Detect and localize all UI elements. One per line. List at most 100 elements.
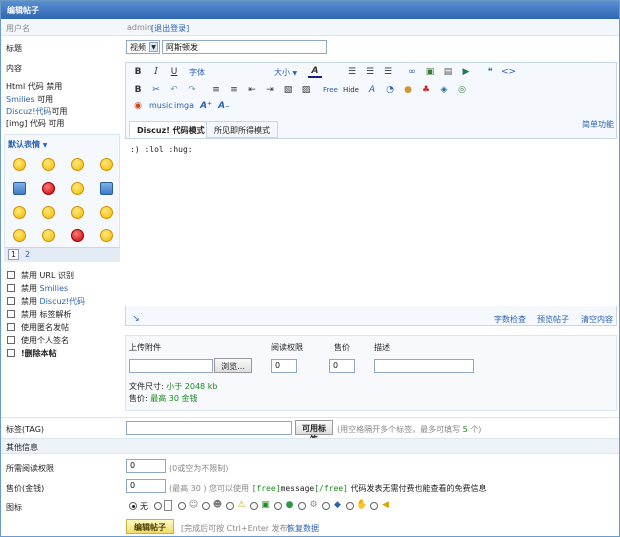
attach-price-input[interactable]: 0 xyxy=(329,359,355,373)
clear-content-link[interactable]: 清空内容 xyxy=(581,314,613,325)
option-checkbox[interactable] xyxy=(7,310,15,318)
hug-icon[interactable] xyxy=(71,158,84,171)
icon-radio[interactable] xyxy=(154,502,162,510)
discuz-link[interactable]: Discuz!代码 xyxy=(6,107,51,116)
align-left-icon[interactable]: ☰ xyxy=(345,65,359,79)
kiss-icon[interactable] xyxy=(42,182,55,195)
icon-radio-none[interactable] xyxy=(129,502,137,510)
option-checkbox[interactable] xyxy=(7,323,15,331)
shy-icon[interactable] xyxy=(13,229,26,242)
victory-icon[interactable] xyxy=(100,158,113,171)
remove-format-icon[interactable]: B xyxy=(131,83,145,97)
preview-link[interactable]: 预览帖子 xyxy=(537,314,569,325)
google-icon[interactable]: ◉ xyxy=(131,99,145,113)
price-input[interactable]: 0 xyxy=(126,479,166,493)
submit-edit-button[interactable]: 编辑帖子 xyxy=(126,519,174,534)
font-family-menu[interactable]: 字体 xyxy=(189,67,205,78)
available-tags-button[interactable]: 可用标签 xyxy=(295,420,333,444)
icon-radio[interactable] xyxy=(370,502,378,510)
font-larger-icon[interactable]: A⁺ xyxy=(199,99,213,113)
mad-icon[interactable] xyxy=(71,229,84,242)
read-perm-input[interactable]: 0 xyxy=(126,459,166,473)
hide-tag-icon[interactable]: Hide xyxy=(343,83,359,97)
italic-icon[interactable]: I xyxy=(149,65,163,79)
option-checkbox[interactable] xyxy=(7,271,15,279)
option-checkbox[interactable] xyxy=(7,297,15,305)
rt-icon[interactable]: ◈ xyxy=(437,83,451,97)
icon-radio[interactable] xyxy=(274,502,282,510)
float-left-icon[interactable]: ▧ xyxy=(281,83,295,97)
browse-button[interactable]: 浏览... xyxy=(214,358,252,373)
font-size-menu[interactable]: 大小 ▼ xyxy=(274,67,297,78)
imga-button[interactable]: imga xyxy=(174,101,194,110)
underline-icon[interactable]: U xyxy=(167,65,181,79)
smile-icon[interactable] xyxy=(13,158,26,171)
cut-icon[interactable]: ✂ xyxy=(149,83,163,97)
word-count-link[interactable]: 字数检查 xyxy=(494,314,526,325)
call-icon[interactable] xyxy=(100,182,113,195)
image-icon[interactable]: ▣ xyxy=(423,65,437,79)
editor-textarea[interactable]: :) :lol :hug: xyxy=(125,138,617,306)
smilies-page-1[interactable]: 1 xyxy=(8,249,19,260)
free-tag-icon[interactable]: Free xyxy=(323,83,338,97)
outdent-icon[interactable]: ⇤ xyxy=(245,83,259,97)
code-icon[interactable]: <> xyxy=(501,65,516,79)
icon-radio[interactable] xyxy=(226,502,234,510)
titter-icon[interactable] xyxy=(42,229,55,242)
icon-radio[interactable] xyxy=(346,502,354,510)
icon-radio[interactable] xyxy=(322,502,330,510)
tags-input[interactable] xyxy=(126,421,292,435)
grin-icon[interactable] xyxy=(42,158,55,171)
option-checkbox[interactable] xyxy=(7,284,15,292)
indent-icon[interactable]: ⇥ xyxy=(263,83,277,97)
font-smaller-icon[interactable]: A₋ xyxy=(217,99,231,113)
smilies-link[interactable]: Smilies xyxy=(6,95,35,104)
qq-icon[interactable]: ♣ xyxy=(419,83,433,97)
happy-icon[interactable] xyxy=(13,206,26,219)
logout-link[interactable]: [退出登录] xyxy=(151,23,189,34)
music-button[interactable]: music xyxy=(149,101,173,110)
sad-icon[interactable] xyxy=(100,206,113,219)
option-checkbox[interactable] xyxy=(7,349,15,357)
file-path-input[interactable] xyxy=(129,359,213,373)
resize-icon[interactable]: ↘ xyxy=(129,312,143,326)
flv-icon[interactable]: ◎ xyxy=(455,83,469,97)
quote-icon[interactable]: ❝ xyxy=(483,65,497,79)
time-icon[interactable] xyxy=(13,182,26,195)
restore-data-link[interactable]: 恢复数据 xyxy=(287,523,319,534)
icon-radio[interactable] xyxy=(202,502,210,510)
bold-icon[interactable]: B xyxy=(131,65,145,79)
tab-wysiwyg-mode[interactable]: 所见即所得模式 xyxy=(206,121,278,138)
unordered-list-icon[interactable]: ≡ xyxy=(227,83,241,97)
attach-perm-input[interactable]: 0 xyxy=(271,359,297,373)
icon-radio[interactable] xyxy=(298,502,306,510)
attach-desc-input[interactable] xyxy=(374,359,474,373)
smilies-page-2[interactable]: 2 xyxy=(25,250,30,259)
align-center-icon[interactable]: ☰ xyxy=(363,65,377,79)
tongue-icon[interactable] xyxy=(71,206,84,219)
shield-icon: ◆ xyxy=(334,500,341,510)
table-icon[interactable]: ◔ xyxy=(383,83,397,97)
tab-code-mode[interactable]: Discuz! 代码模式 xyxy=(129,121,213,138)
cry-icon[interactable] xyxy=(42,206,55,219)
thread-type-select[interactable]: 视频 ▼ xyxy=(126,40,160,54)
undo-icon[interactable]: ↶ xyxy=(167,83,181,97)
highlight-icon[interactable]: A xyxy=(365,83,379,97)
option-checkbox[interactable] xyxy=(7,336,15,344)
flash-icon[interactable]: ▤ xyxy=(441,65,455,79)
align-right-icon[interactable]: ☰ xyxy=(381,65,395,79)
redo-icon[interactable]: ↷ xyxy=(185,83,199,97)
shocked-icon[interactable] xyxy=(100,229,113,242)
smilies-title[interactable]: 默认表情 ▼ xyxy=(8,139,47,150)
float-right-icon[interactable]: ▨ xyxy=(299,83,313,97)
subject-input[interactable]: 阿斯顿发 xyxy=(162,40,327,54)
link-icon[interactable]: ∞ xyxy=(405,65,419,79)
font-color-icon[interactable]: A xyxy=(308,64,322,78)
handshake-icon[interactable] xyxy=(71,182,84,195)
icon-radio[interactable] xyxy=(178,502,186,510)
ordered-list-icon[interactable]: ≡ xyxy=(209,83,223,97)
tencent-icon[interactable]: ● xyxy=(401,83,415,97)
media-icon[interactable]: ▶ xyxy=(459,65,473,79)
icon-radio[interactable] xyxy=(250,502,258,510)
simple-mode-link[interactable]: 简单功能 xyxy=(582,119,614,130)
